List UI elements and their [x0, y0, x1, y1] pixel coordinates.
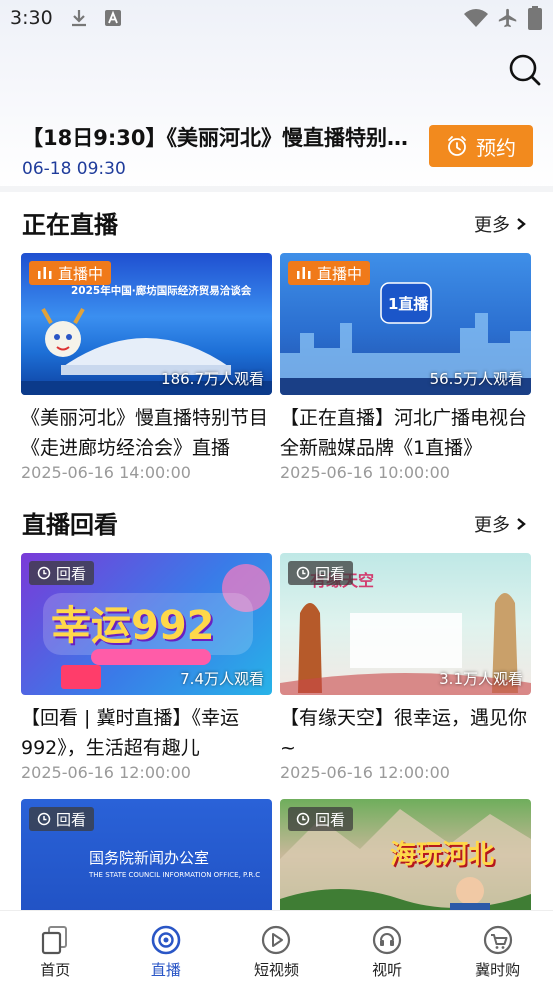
live-page: 3:30 【18日9:30】《美丽河北》慢直播特别节目 06-18 09:30 — [0, 0, 553, 984]
live-thumbnail[interactable]: 1直播 直播中 56.5万人观看 — [280, 253, 531, 395]
nav-shopping-label: 冀时购 — [475, 961, 521, 979]
reserve-button-label: 预约 — [476, 135, 516, 160]
live-more-link[interactable]: 更多 — [474, 211, 528, 237]
card-title: 【有缘天空】很幸运，遇见你~ — [280, 707, 528, 759]
nav-live[interactable]: 直播 — [111, 911, 222, 984]
chevron-right-icon — [517, 518, 526, 530]
view-count: 186.7万人观看 — [161, 370, 264, 388]
live-bars-icon — [297, 267, 311, 279]
replay-thumbnail[interactable]: 幸运992 回看 7.4万人观看 — [21, 553, 272, 695]
live-section-title: 正在直播 — [22, 211, 118, 239]
nav-home[interactable]: 首页 — [0, 911, 111, 984]
search-icon[interactable] — [506, 52, 542, 88]
nav-live-label: 直播 — [150, 961, 181, 979]
live-bars-icon — [38, 267, 52, 279]
nav-short-video[interactable]: 短视频 — [221, 911, 332, 984]
live-more-label: 更多 — [474, 215, 510, 236]
nav-audio-visual-label: 视听 — [372, 961, 403, 979]
reservation-time: 06-18 09:30 — [22, 159, 126, 179]
battery-icon — [528, 6, 542, 30]
home-icon — [42, 926, 68, 955]
replay-more-link[interactable]: 更多 — [474, 511, 528, 537]
reserve-button[interactable]: 预约 — [429, 125, 533, 167]
status-bar: 3:30 — [0, 0, 553, 38]
thumbnail-subcaption: THE STATE COUNCIL INFORMATION OFFICE, P.… — [89, 871, 261, 879]
wifi-icon — [464, 9, 488, 27]
chevron-right-icon — [517, 218, 526, 230]
play-icon — [262, 925, 291, 955]
replay-clock-icon — [296, 812, 310, 826]
view-count: 7.4万人观看 — [180, 670, 264, 688]
replay-clock-icon — [296, 566, 310, 580]
view-count: 3.1万人观看 — [439, 670, 523, 688]
thumbnail-caption: 2025年中国·廊坊国际经济贸易洽谈会 — [71, 285, 252, 297]
live-card[interactable]: 1直播 直播中 56.5万人观看 【正在直播】河北广播电视台全新融媒品牌《1直播… — [280, 253, 531, 482]
replay-clock-icon — [37, 812, 51, 826]
bottom-navigation: 首页 直播 短视频 视听 冀时购 — [0, 910, 553, 984]
live-card[interactable]: 2025年中国·廊坊国际经济贸易洽谈会 直播中 186.7万人观看 《美丽河北》… — [21, 253, 272, 482]
replay-badge: 回看 — [29, 561, 95, 585]
nav-shopping[interactable]: 冀时购 — [442, 911, 553, 984]
download-icon — [72, 10, 86, 27]
replay-badge: 回看 — [29, 807, 95, 831]
replay-badge: 回看 — [288, 561, 354, 585]
status-time: 3:30 — [10, 7, 53, 29]
live-badge-label: 直播中 — [58, 264, 104, 283]
section-divider — [0, 186, 553, 192]
card-date: 2025-06-16 10:00:00 — [280, 463, 450, 482]
reservation-title: 【18日9:30】《美丽河北》慢直播特别节目 — [22, 126, 422, 150]
replay-badge-label: 回看 — [56, 810, 87, 829]
live-thumbnail[interactable]: 2025年中国·廊坊国际经济贸易洽谈会 直播中 186.7万人观看 — [21, 253, 272, 395]
thumbnail-caption: 1直播 — [388, 295, 429, 313]
live-icon — [151, 925, 181, 955]
replay-section-title: 直播回看 — [22, 511, 118, 539]
thumbnail-caption: 国务院新闻办公室 — [89, 849, 210, 867]
replay-badge-label: 回看 — [315, 810, 346, 829]
nav-home-label: 首页 — [40, 961, 71, 979]
replay-badge-label: 回看 — [56, 564, 87, 583]
card-title: 【回看 | 冀时直播】《幸运992》，生活超有趣儿 — [21, 707, 239, 759]
thumbnail-caption: 海玩河北 — [390, 840, 495, 870]
thumbnail-caption: 幸运992 — [51, 603, 215, 649]
nav-audio-visual[interactable]: 视听 — [332, 911, 443, 984]
airplane-mode-icon — [498, 8, 517, 28]
replay-thumbnail[interactable]: 有缘天空 回看 3.1万人观看 — [280, 553, 531, 695]
live-badge: 直播中 — [288, 261, 371, 285]
audio-icon — [372, 925, 402, 955]
card-date: 2025-06-16 12:00:00 — [21, 763, 191, 782]
nav-short-video-label: 短视频 — [253, 961, 299, 979]
card-title: 【正在直播】河北广播电视台全新融媒品牌《1直播》 — [280, 407, 528, 459]
replay-badge-label: 回看 — [315, 564, 346, 583]
font-a-icon — [105, 10, 121, 26]
card-date: 2025-06-16 14:00:00 — [21, 463, 191, 482]
alarm-clock-icon — [448, 136, 466, 156]
live-badge: 直播中 — [29, 261, 112, 285]
live-badge-label: 直播中 — [317, 264, 363, 283]
replay-card[interactable]: 幸运992 回看 7.4万人观看 【回看 | 冀时直播】《幸运992》，生活超有… — [21, 553, 272, 782]
card-date: 2025-06-16 12:00:00 — [280, 763, 450, 782]
view-count: 56.5万人观看 — [429, 370, 523, 388]
card-title: 《美丽河北》慢直播特别节目《走进廊坊经洽会》直播 — [21, 407, 269, 459]
reservation-banner[interactable]: 【18日9:30】《美丽河北》慢直播特别节目 06-18 09:30 预约 — [0, 112, 553, 188]
replay-badge: 回看 — [288, 807, 354, 831]
replay-card[interactable]: 有缘天空 回看 3.1万人观看 【有缘天空】很幸运，遇见你~ 2025-06-1… — [280, 553, 531, 782]
replay-clock-icon — [37, 566, 51, 580]
shopping-icon — [483, 925, 512, 955]
replay-more-label: 更多 — [474, 515, 510, 536]
